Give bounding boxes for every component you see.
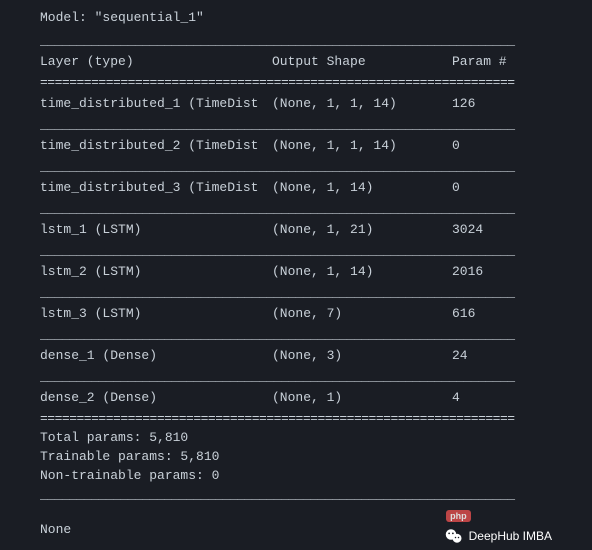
table-row: time_distributed_1 (TimeDist(None, 1, 1,… — [40, 96, 552, 111]
divider-underscore: ________________________________________… — [40, 369, 552, 384]
cell-output: (None, 1, 1, 14) — [272, 96, 452, 111]
divider-underscore: ________________________________________… — [40, 33, 552, 48]
cell-output: (None, 1, 14) — [272, 264, 452, 279]
divider-underscore: ________________________________________… — [40, 201, 552, 216]
table-row: time_distributed_3 (TimeDist(None, 1, 14… — [40, 180, 552, 195]
footer-text: DeepHub IMBA — [469, 529, 552, 543]
wechat-icon: php — [445, 528, 463, 544]
cell-output: (None, 7) — [272, 306, 452, 321]
cell-layer: time_distributed_3 (TimeDist — [40, 180, 272, 195]
summary-nontrainable: Non-trainable params: 0 — [40, 468, 552, 483]
cell-param: 0 — [452, 180, 552, 195]
cell-output: (None, 1, 1, 14) — [272, 138, 452, 153]
cell-output: (None, 3) — [272, 348, 452, 363]
cell-param: 3024 — [452, 222, 552, 237]
table-row: dense_2 (Dense)(None, 1)4 — [40, 390, 552, 405]
divider-underscore: ________________________________________… — [40, 243, 552, 258]
php-badge: php — [446, 510, 471, 522]
table-header: Layer (type) Output Shape Param # — [40, 54, 552, 69]
summary-total: Total params: 5,810 — [40, 430, 552, 445]
footer-watermark: php DeepHub IMBA — [445, 528, 552, 544]
cell-layer: time_distributed_1 (TimeDist — [40, 96, 272, 111]
divider-underscore: ________________________________________… — [40, 487, 552, 502]
cell-param: 126 — [452, 96, 552, 111]
cell-output: (None, 1, 14) — [272, 180, 452, 195]
cell-layer: lstm_2 (LSTM) — [40, 264, 272, 279]
cell-layer: lstm_1 (LSTM) — [40, 222, 272, 237]
divider-equals: ========================================… — [40, 75, 552, 90]
table-row: lstm_2 (LSTM)(None, 1, 14)2016 — [40, 264, 552, 279]
header-output: Output Shape — [272, 54, 452, 69]
table-row: time_distributed_2 (TimeDist(None, 1, 1,… — [40, 138, 552, 153]
cell-param: 2016 — [452, 264, 552, 279]
cell-layer: time_distributed_2 (TimeDist — [40, 138, 272, 153]
header-param: Param # — [452, 54, 552, 69]
header-layer: Layer (type) — [40, 54, 272, 69]
cell-layer: dense_2 (Dense) — [40, 390, 272, 405]
divider-underscore: ________________________________________… — [40, 117, 552, 132]
divider-equals: ========================================… — [40, 411, 552, 426]
table-row: dense_1 (Dense)(None, 3)24 — [40, 348, 552, 363]
cell-param: 0 — [452, 138, 552, 153]
summary-trainable: Trainable params: 5,810 — [40, 449, 552, 464]
cell-param: 616 — [452, 306, 552, 321]
divider-underscore: ________________________________________… — [40, 285, 552, 300]
cell-param: 24 — [452, 348, 552, 363]
cell-param: 4 — [452, 390, 552, 405]
cell-layer: dense_1 (Dense) — [40, 348, 272, 363]
model-title: Model: "sequential_1" — [40, 10, 552, 25]
cell-layer: lstm_3 (LSTM) — [40, 306, 272, 321]
divider-underscore: ________________________________________… — [40, 327, 552, 342]
cell-output: (None, 1, 21) — [272, 222, 452, 237]
table-row: lstm_1 (LSTM)(None, 1, 21)3024 — [40, 222, 552, 237]
cell-output: (None, 1) — [272, 390, 452, 405]
table-row: lstm_3 (LSTM)(None, 7)616 — [40, 306, 552, 321]
divider-underscore: ________________________________________… — [40, 159, 552, 174]
